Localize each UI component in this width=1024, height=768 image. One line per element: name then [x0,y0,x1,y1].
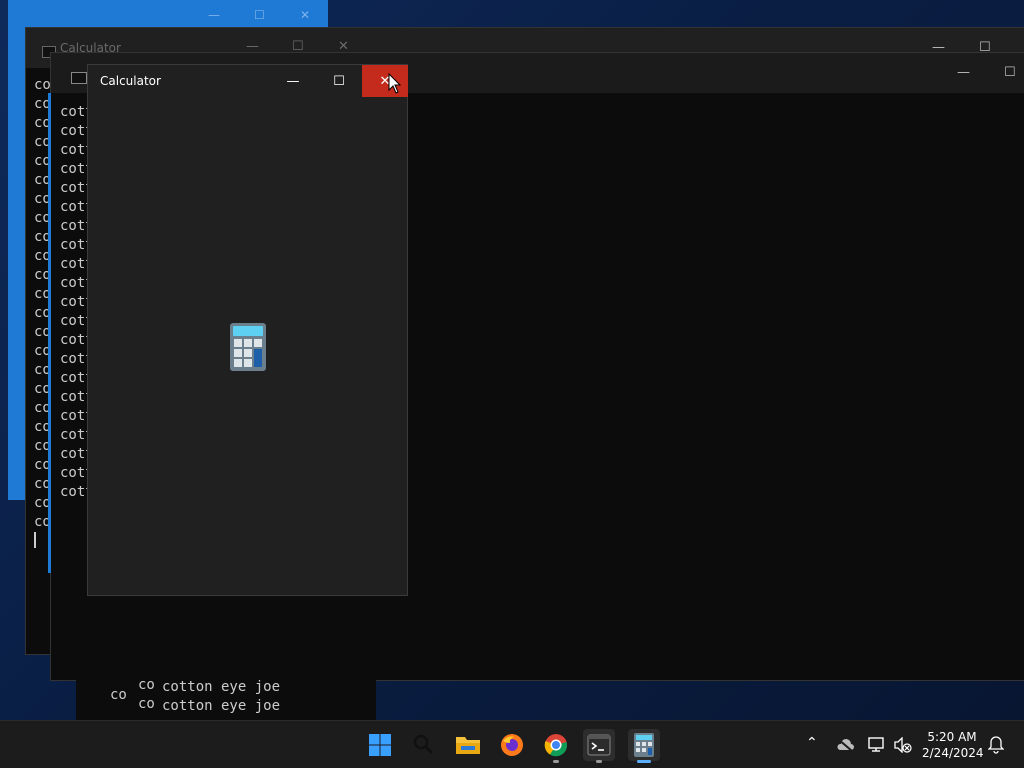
calculator-title: Calculator [100,74,161,88]
terminal-line: cotton eye joe [60,427,90,443]
terminal-icon [587,734,611,756]
network-icon[interactable] [868,737,886,753]
terminal-line: cotton eye joe [60,484,90,500]
terminal-line: cotton eye joe [60,237,90,253]
terminal-line: cotton eye joe [60,408,90,424]
volume-muted-icon[interactable] [894,737,912,753]
running-indicator [596,760,602,763]
terminal-line: cotton eye joe [60,199,90,215]
terminal-line: cotton eye joe [162,679,281,695]
taskbar: ⌃ 5:20 AM 2/24/2024 [0,720,1024,768]
show-hidden-icons-chevron-icon[interactable]: ⌃ [806,735,818,751]
chrome-icon [544,734,568,757]
terminal-line: cotton eye joe [60,370,90,386]
taskbar-app-terminal[interactable] [583,729,615,763]
clock-time: 5:20 AM [927,730,977,744]
terminal-line: cotton eye joe [60,256,90,272]
taskbar-app-firefox[interactable] [496,729,528,761]
terminal-line: cotton eye joe [60,218,90,234]
calculator-window[interactable]: Calculator — ☐ ✕ [87,64,408,596]
terminal-output: cotton eye joe cotton eye joe cotton eye j… [60,103,90,553]
maximize-button[interactable]: ☐ [316,65,362,97]
maximize-button[interactable]: ☐ [1004,65,1016,80]
calculator-icon [634,733,654,757]
maximize-icon: ☐ [333,73,345,89]
minimize-button[interactable]: — [270,65,316,97]
terminal-line: cotton eye joe [60,332,90,348]
maximize-icon: ☐ [254,8,265,22]
terminal-output: cotton eye joe cotton eye joe [162,678,280,716]
folder-icon [456,737,480,754]
terminal-line: cotton eye joe [162,698,281,714]
terminal-line: cotton eye joe [60,465,90,481]
taskbar-app-calculator[interactable] [628,729,660,763]
minimize-icon: — [208,8,220,22]
terminal-line: cotton eye joe [60,275,90,291]
text-cursor [34,532,36,548]
terminal-line: cotton eye joe [60,313,90,329]
firefox-icon [501,734,523,756]
terminal-window-bottom: co co co cotton eye joe cotton eye joe [76,676,376,720]
minimize-button[interactable]: — [957,65,970,80]
terminal-line: cotton eye joe [60,351,90,367]
terminal-line: cotton eye joe [60,389,90,405]
minimize-icon: — [286,73,300,89]
terminal-tab-icon [71,72,87,84]
terminal-line: cotton eye joe [60,123,90,139]
terminal-line: cotton eye joe [60,180,90,196]
search-icon [413,734,434,755]
clock-date: 2/24/2024 [922,746,984,760]
windows-start-icon [369,734,391,756]
terminal-output-fragment: co co [138,677,154,712]
terminal-line: cotton eye joe [60,161,90,177]
taskbar-app-chrome[interactable] [540,729,572,763]
system-clock[interactable]: 5:20 AM 2/24/2024 [922,729,984,761]
mouse-pointer-icon [388,73,402,94]
terminal-output-fragment: co [110,687,126,703]
onedrive-offline-icon[interactable] [836,738,854,752]
terminal-line: cotton eye joe [60,142,90,158]
terminal-line: cotton eye joe [60,104,90,120]
window-accent-border [48,93,51,573]
search-button[interactable] [408,729,440,761]
start-button[interactable] [364,729,396,761]
running-indicator [553,760,559,763]
taskbar-app-file-explorer[interactable] [452,729,484,761]
terminal-line: cotton eye joe [60,446,90,462]
close-icon: ✕ [300,8,311,22]
notification-bell-icon[interactable] [988,736,1004,754]
terminal-line: cotton eye joe [60,294,90,310]
running-indicator [637,760,651,763]
calculator-splash-icon [230,323,266,371]
